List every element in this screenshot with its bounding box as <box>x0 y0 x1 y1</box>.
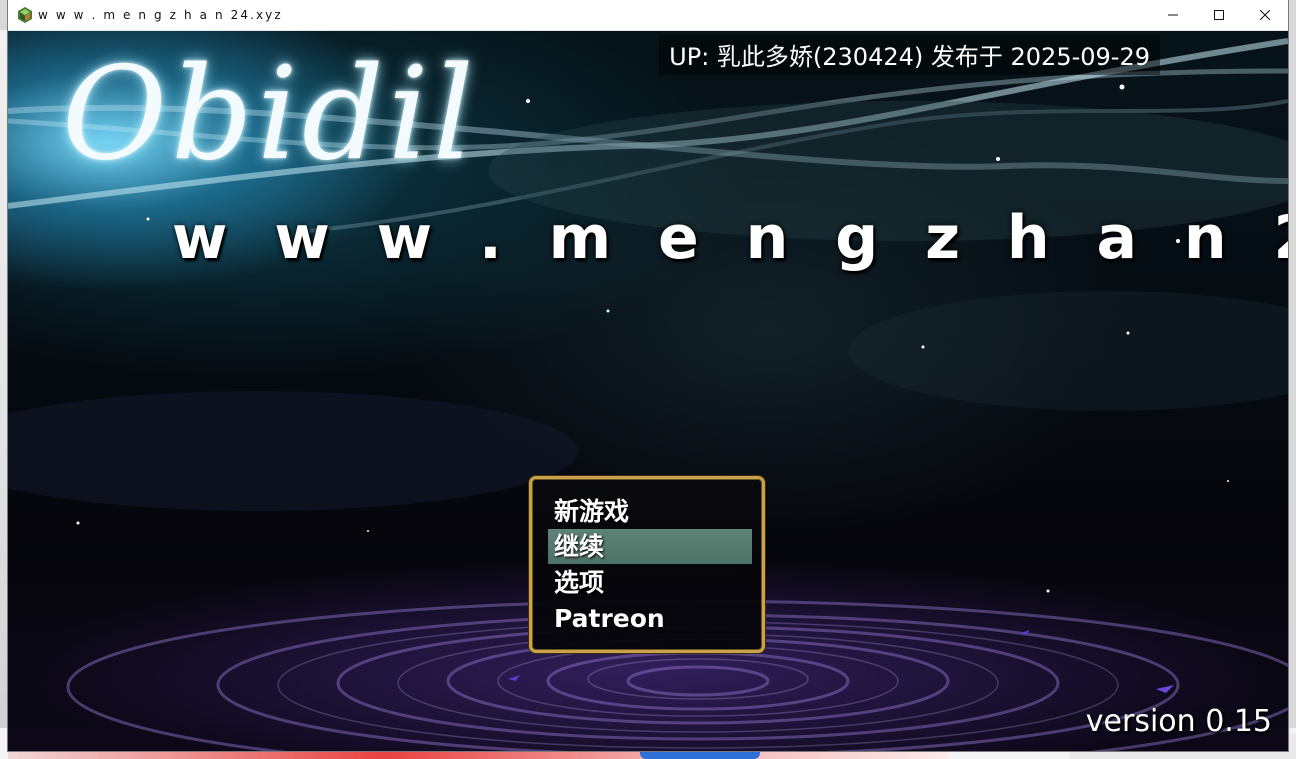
title-menu: 新游戏 继续 选项 Patreon <box>529 476 765 653</box>
desktop-background <box>0 30 8 759</box>
minimize-button[interactable] <box>1150 0 1196 30</box>
close-button[interactable] <box>1242 0 1288 30</box>
version-label: version 0.15 <box>1085 704 1272 739</box>
menu-item-continue[interactable]: 继续 <box>548 529 752 564</box>
title-bar[interactable]: w w w . m e n g z h a n 24.xyz <box>8 0 1288 31</box>
game-screen[interactable]: Obidil UP: 乳此多娇(230424) 发布于 2025-09-29 w… <box>8 31 1288 751</box>
maximize-button[interactable] <box>1196 0 1242 30</box>
menu-item-new-game[interactable]: 新游戏 <box>548 494 752 529</box>
game-logo: Obidil <box>62 40 478 189</box>
minimize-icon <box>1168 14 1178 16</box>
game-window: w w w . m e n g z h a n 24.xyz Obidil UP… <box>8 0 1288 751</box>
app-icon <box>18 7 32 23</box>
close-icon <box>1260 10 1270 20</box>
site-title: w w w . m e n g z h a n 24.xyz <box>172 203 1288 273</box>
upload-info: UP: 乳此多娇(230424) 发布于 2025-09-29 <box>659 35 1160 75</box>
window-title: w w w . m e n g z h a n 24.xyz <box>38 8 283 22</box>
menu-item-patreon[interactable]: Patreon <box>548 601 752 636</box>
maximize-icon <box>1214 10 1224 20</box>
menu-item-options[interactable]: 选项 <box>548 565 752 600</box>
